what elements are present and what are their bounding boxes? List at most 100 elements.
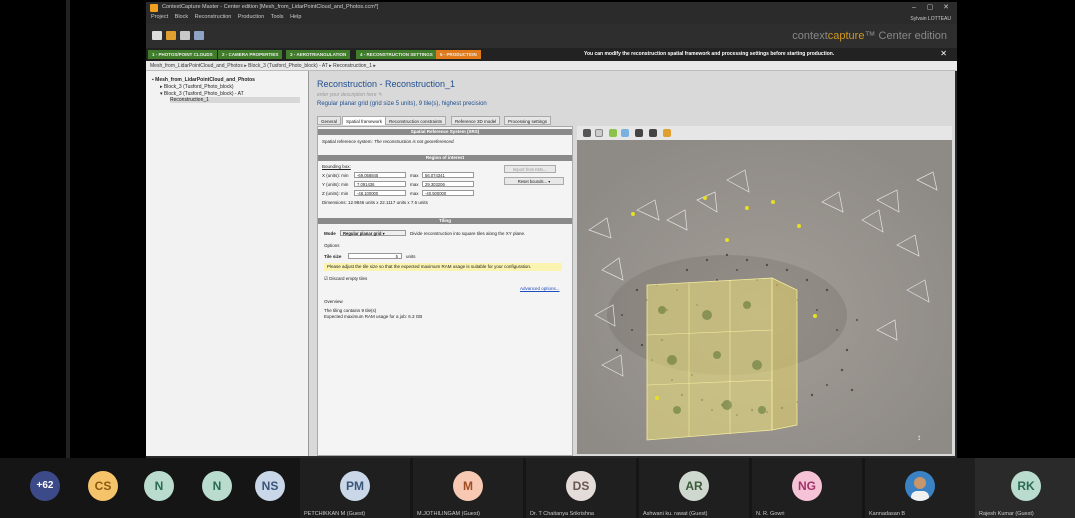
srs-value: The reconstruction is not georeferenced. bbox=[374, 139, 455, 144]
participant-tile[interactable]: AR Ashwani ku. rawat (Guest) bbox=[639, 458, 749, 518]
reconstruction-panel: Reconstruction - Reconstruction_1 enter … bbox=[309, 71, 955, 456]
participant-avatar: M bbox=[453, 471, 483, 501]
srs-header: Spatial Reference System (SRS) bbox=[318, 129, 572, 135]
tree-root[interactable]: ▪ Mesh_from_LidarPointCloud_and_Photos bbox=[152, 77, 255, 83]
ram-warning: Please adjust the tile size so that the … bbox=[324, 263, 562, 271]
maximize-icon[interactable]: ▢ bbox=[923, 3, 937, 13]
step-aerotriangulation[interactable]: 3 - AEROTRIANGULATION bbox=[286, 50, 351, 59]
points-icon[interactable] bbox=[635, 129, 643, 137]
3d-viewer[interactable]: ↕ bbox=[577, 126, 952, 454]
description-field[interactable]: enter your description here ✎ bbox=[317, 92, 382, 98]
tab-spatial-framework[interactable]: Spatial framework bbox=[342, 116, 387, 125]
tile-size-input[interactable]: 5 bbox=[348, 253, 402, 259]
description-placeholder: enter your description here bbox=[317, 92, 377, 98]
edit-icon[interactable]: ✎ bbox=[378, 92, 382, 98]
import-kml-button[interactable]: Import from KML... bbox=[504, 165, 556, 173]
tree-root-label: Mesh_from_LidarPointCloud_and_Photos bbox=[155, 77, 255, 83]
open-project-icon[interactable] bbox=[166, 31, 176, 40]
tree-item-reconstruction[interactable]: Reconstruction_1 bbox=[170, 97, 300, 103]
participant-avatar[interactable]: NS bbox=[255, 471, 285, 501]
minimize-icon[interactable]: – bbox=[907, 3, 921, 13]
settings-icon[interactable] bbox=[180, 31, 190, 40]
person-photo-icon bbox=[911, 477, 929, 501]
brand-logo: contextcapture™ Center edition bbox=[792, 30, 947, 42]
participant-name: Rajesh Kumar (Guest) bbox=[979, 511, 1034, 517]
x-min-input[interactable]: -69.058845 bbox=[354, 172, 406, 178]
participant-avatar[interactable]: N bbox=[202, 471, 232, 501]
close-icon[interactable]: ✕ bbox=[939, 3, 953, 13]
axis-indicator: ↕ bbox=[917, 433, 921, 442]
brand-suffix: ™ Center edition bbox=[864, 30, 947, 42]
viewer-toolbar bbox=[577, 126, 952, 141]
mode-select[interactable]: Regular planar grid ▾ bbox=[340, 230, 406, 236]
reset-bounds-button[interactable]: Reset bounds... ▾ bbox=[504, 177, 564, 185]
participant-tile[interactable]: RK Rajesh Kumar (Guest) bbox=[975, 458, 1075, 518]
participant-avatar: RK bbox=[1011, 471, 1041, 501]
srs-label: Spatial reference system: bbox=[322, 139, 373, 144]
camera-icon[interactable] bbox=[583, 129, 591, 137]
tile-size-label: Tile size bbox=[324, 254, 342, 259]
frame-icon[interactable] bbox=[621, 129, 629, 137]
participant-tile[interactable]: NG N. R. Gowri bbox=[752, 458, 862, 518]
options-label: Options bbox=[324, 243, 340, 248]
advanced-options-link[interactable]: Advanced options... bbox=[520, 286, 560, 291]
user-name[interactable]: Sylvain LOTTEAU bbox=[910, 16, 951, 22]
tab-general[interactable]: General bbox=[317, 116, 342, 125]
tab-processing-settings[interactable]: Processing settings bbox=[504, 116, 552, 125]
cameras-icon[interactable] bbox=[649, 129, 657, 137]
participant-avatar: AR bbox=[679, 471, 709, 501]
app-icon bbox=[150, 4, 158, 12]
more-participants-badge[interactable]: +62 bbox=[30, 471, 60, 501]
step-camera-properties[interactable]: 2 - CAMERA PROPERTIES bbox=[218, 50, 283, 59]
tab-reference-3d-model[interactable]: Reference 3D model bbox=[451, 116, 501, 125]
tree-item-block[interactable]: ▸ Block_3 (Tusford_Photo_block) bbox=[160, 84, 233, 90]
menu-reconstruction[interactable]: Reconstruction bbox=[195, 14, 232, 20]
y-max-label: max bbox=[410, 182, 419, 187]
step-production[interactable]: 5 - PRODUCTION bbox=[436, 50, 481, 59]
new-project-icon[interactable] bbox=[152, 31, 162, 40]
x-label: X (units): min bbox=[322, 173, 349, 178]
title-bar: ContextCapture Master - Center edition [… bbox=[146, 2, 957, 14]
close-hint-icon[interactable]: ✕ bbox=[940, 49, 947, 58]
discard-empty-label: Discard empty tiles bbox=[329, 276, 368, 281]
roi-header: Region of interest bbox=[318, 155, 572, 161]
participant-name: PETCHIKKAN M (Guest) bbox=[304, 511, 366, 517]
mode-value: Regular planar grid bbox=[343, 231, 382, 236]
bbox-label: Bounding box: bbox=[322, 164, 351, 169]
menu-help[interactable]: Help bbox=[290, 14, 301, 20]
y-min-input[interactable]: 7.091436 bbox=[354, 181, 406, 187]
participant-avatar[interactable]: N bbox=[144, 471, 174, 501]
tree-item-label: Block_3 (Tusford_Photo_block) bbox=[163, 84, 234, 90]
participant-name: Dr. T Chaitanya Srikrishna bbox=[530, 511, 594, 517]
palette-icon[interactable] bbox=[663, 129, 671, 137]
home-icon[interactable] bbox=[595, 129, 603, 137]
participant-tile[interactable]: M M.JOTHILINGAM (Guest) bbox=[413, 458, 523, 518]
overview-label: Overview bbox=[324, 299, 343, 304]
discard-empty-checkbox[interactable]: ☑ Discard empty tiles bbox=[324, 276, 367, 282]
chevron-down-icon: ▾ bbox=[548, 179, 551, 184]
step-hint: You can modify the reconstruction spatia… bbox=[584, 51, 835, 57]
x-max-input[interactable]: 56.074341 bbox=[422, 172, 474, 178]
participant-tile[interactable]: DS Dr. T Chaitanya Srikrishna bbox=[526, 458, 636, 518]
menu-production[interactable]: Production bbox=[238, 14, 264, 20]
menu-tools[interactable]: Tools bbox=[271, 14, 284, 20]
z-min-input[interactable]: -48.100000 bbox=[354, 190, 406, 196]
tab-reconstruction-constraints[interactable]: Reconstruction constraints bbox=[385, 116, 447, 125]
dimensions-text: Dimensions: 12.9846 units x 22.1117 unit… bbox=[322, 200, 428, 205]
z-max-label: max bbox=[410, 191, 419, 196]
participant-tile[interactable]: Kannadasan B bbox=[865, 458, 975, 518]
participant-tile[interactable]: PM PETCHIKKAN M (Guest) bbox=[300, 458, 410, 518]
step-photos[interactable]: 1 - PHOTOS/POINT CLOUDS bbox=[148, 50, 217, 59]
menu-block[interactable]: Block bbox=[175, 14, 188, 20]
menu-project[interactable]: Project bbox=[151, 14, 168, 20]
participant-name: Ashwani ku. rawat (Guest) bbox=[643, 511, 708, 517]
workflow-steps: 1 - PHOTOS/POINT CLOUDS 2 - CAMERA PROPE… bbox=[146, 48, 957, 61]
y-max-input[interactable]: 29.303206 bbox=[422, 181, 474, 187]
step-reconstruction-settings[interactable]: 4 - RECONSTRUCTION SETTINGS bbox=[356, 50, 437, 59]
participants-strip: +62 CS N N NS PM PETCHIKKAN M (Guest) M … bbox=[0, 458, 1075, 518]
z-max-input[interactable]: -40.500000 bbox=[422, 190, 474, 196]
layers-icon[interactable] bbox=[609, 129, 617, 137]
participant-avatar[interactable]: CS bbox=[88, 471, 118, 501]
save-icon[interactable] bbox=[194, 31, 204, 40]
breadcrumb[interactable]: Mesh_from_LidarPointCloud_and_Photos ▸ B… bbox=[146, 61, 957, 71]
